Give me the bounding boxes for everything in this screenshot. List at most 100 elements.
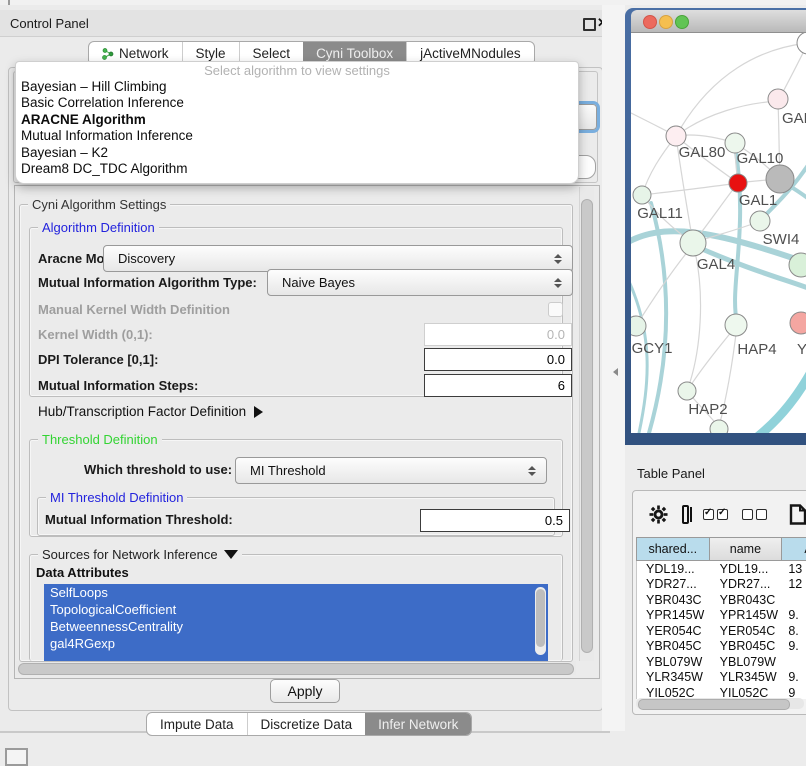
table-cell[interactable] xyxy=(784,592,806,608)
table-cell[interactable]: YER054C xyxy=(711,623,785,639)
select-all-checks-icon[interactable] xyxy=(703,509,728,520)
tab-infer-network[interactable]: Infer Network xyxy=(365,713,471,735)
table-hscrollbar-thumb[interactable] xyxy=(638,699,790,710)
network-window-titlebar[interactable] xyxy=(631,10,806,33)
table-cell[interactable]: 9. xyxy=(784,639,806,655)
table-cell[interactable]: YER054C xyxy=(637,623,711,639)
table-cell[interactable]: YDR27... xyxy=(711,577,785,593)
apply-button[interactable]: Apply xyxy=(270,679,340,703)
network-edge[interactable] xyxy=(642,183,738,195)
table-cell[interactable]: YPR145W xyxy=(711,608,785,624)
table-cell[interactable]: 12 xyxy=(784,577,806,593)
kernel-width-field[interactable]: 0.0 xyxy=(424,323,572,346)
float-panel-icon[interactable] xyxy=(583,18,596,31)
mi-threshold-field[interactable]: 0.5 xyxy=(420,509,570,532)
table-cell[interactable]: 9. xyxy=(784,670,806,686)
list-scrollbar-thumb[interactable] xyxy=(536,589,545,647)
algorithm-option[interactable]: Bayesian – Hill Climbing xyxy=(16,79,578,95)
aracne-mode-combo[interactable]: Discovery xyxy=(103,245,573,272)
vertical-scrollbar-thumb[interactable] xyxy=(581,199,593,653)
table-cell[interactable]: YIL052C xyxy=(711,685,785,699)
table-cell[interactable] xyxy=(784,654,806,670)
attribute-item[interactable]: BetweennessCentrality xyxy=(44,618,548,635)
export-table-icon[interactable] xyxy=(789,504,806,525)
attribute-item[interactable]: gal4RGexp xyxy=(44,635,548,652)
network-node-y[interactable] xyxy=(790,312,806,334)
table-row[interactable]: YDL19...YDL19...13 xyxy=(637,561,806,577)
dpi-tolerance-field[interactable]: 0.0 xyxy=(424,348,572,371)
table-row[interactable]: YDR27...YDR27...12 xyxy=(637,577,806,593)
columns-icon[interactable] xyxy=(682,505,689,524)
network-edge[interactable] xyxy=(735,145,740,323)
attribute-item[interactable]: TopologicalCoefficient xyxy=(44,601,548,618)
table-cell[interactable]: YBR045C xyxy=(711,639,785,655)
close-traffic-light-icon[interactable] xyxy=(643,15,657,29)
algorithm-option[interactable]: Dream8 DC_TDC Algorithm xyxy=(16,161,578,177)
table-cell[interactable]: YDL19... xyxy=(637,561,711,577)
network-node-gal[interactable] xyxy=(768,89,788,109)
attribute-item[interactable]: SelfLoops xyxy=(44,584,548,601)
sources-group-title[interactable]: Sources for Network Inference xyxy=(38,547,242,562)
deselect-all-checks-icon[interactable] xyxy=(742,509,767,520)
table-cell[interactable]: YIL052C xyxy=(637,685,711,699)
column-header-name[interactable]: name xyxy=(710,537,783,561)
zoom-traffic-light-icon[interactable] xyxy=(675,15,689,29)
column-header-a[interactable]: A xyxy=(782,537,806,561)
network-edge[interactable] xyxy=(649,203,666,433)
hub-definition-toggle[interactable]: Hub/Transcription Factor Definition xyxy=(38,404,263,419)
network-node[interactable] xyxy=(710,420,728,433)
network-node-gal80[interactable] xyxy=(666,126,686,146)
network-edge[interactable] xyxy=(676,101,778,136)
horizontal-scrollbar-thumb[interactable] xyxy=(18,663,574,675)
table-cell[interactable]: YDR27... xyxy=(637,577,711,593)
manual-kernel-checkbox[interactable] xyxy=(548,302,563,317)
gear-icon[interactable] xyxy=(649,505,668,524)
table-cell[interactable]: 9. xyxy=(784,608,806,624)
table-cell[interactable]: YBR043C xyxy=(711,592,785,608)
table-cell[interactable]: 13 xyxy=(784,561,806,577)
network-edge[interactable] xyxy=(687,325,737,391)
table-cell[interactable]: YBR043C xyxy=(637,592,711,608)
minimized-panel-icon[interactable] xyxy=(5,748,28,766)
mi-type-combo[interactable]: Naive Bayes xyxy=(267,269,573,296)
algorithm-option[interactable]: Bayesian – K2 xyxy=(16,145,578,161)
network-node-gal11[interactable] xyxy=(633,186,651,204)
algorithm-option[interactable]: Basic Correlation Inference xyxy=(16,95,578,111)
table-cell[interactable]: YLR345W xyxy=(637,670,711,686)
network-node-swi4[interactable] xyxy=(750,211,770,231)
table-hscrollbar[interactable] xyxy=(636,698,804,709)
table-cell[interactable]: 8. xyxy=(784,623,806,639)
network-canvas[interactable]: GALGAL80GAL10GAL1GAL11SWI4GAL4GCY1HAP4YH… xyxy=(631,33,806,433)
table-cell[interactable]: YLR345W xyxy=(711,670,785,686)
algorithm-option[interactable]: ARACNE Algorithm xyxy=(16,112,578,128)
network-node[interactable] xyxy=(797,33,806,54)
network-edge[interactable] xyxy=(756,363,806,433)
network-node-gal1[interactable] xyxy=(729,174,747,192)
table-row[interactable]: YIL052CYIL052C9 xyxy=(637,685,806,699)
network-node[interactable] xyxy=(766,165,794,193)
column-header-shared-[interactable]: shared... xyxy=(636,537,710,561)
table-row[interactable]: YBL079WYBL079W xyxy=(637,654,806,670)
table-cell[interactable]: YPR145W xyxy=(637,608,711,624)
table-row[interactable]: YBR045CYBR045C9. xyxy=(637,639,806,655)
tab-discretize-data[interactable]: Discretize Data xyxy=(247,713,366,735)
mi-steps-field[interactable]: 6 xyxy=(424,374,572,397)
table-row[interactable]: YPR145WYPR145W9. xyxy=(637,608,806,624)
table-row[interactable]: YLR345WYLR345W9. xyxy=(637,670,806,686)
network-node-gal4[interactable] xyxy=(680,230,706,256)
table-cell[interactable]: YBL079W xyxy=(711,654,785,670)
network-node-gcy1[interactable] xyxy=(631,316,646,336)
table-cell[interactable]: YBR045C xyxy=(637,639,711,655)
minimize-traffic-light-icon[interactable] xyxy=(659,15,673,29)
attribute-item-partial[interactable] xyxy=(44,652,548,661)
network-node-hap4[interactable] xyxy=(725,314,747,336)
table-row[interactable]: YER054CYER054C8. xyxy=(637,623,806,639)
which-threshold-combo[interactable]: MI Threshold xyxy=(235,457,547,484)
algorithm-option[interactable]: Mutual Information Inference xyxy=(16,128,578,144)
tab-impute-data[interactable]: Impute Data xyxy=(147,713,247,735)
table-cell[interactable]: YBL079W xyxy=(637,654,711,670)
table-cell[interactable]: 9 xyxy=(784,685,806,699)
table-row[interactable]: YBR043CYBR043C xyxy=(637,592,806,608)
network-node-hap2[interactable] xyxy=(678,382,696,400)
table-cell[interactable]: YDL19... xyxy=(711,561,785,577)
